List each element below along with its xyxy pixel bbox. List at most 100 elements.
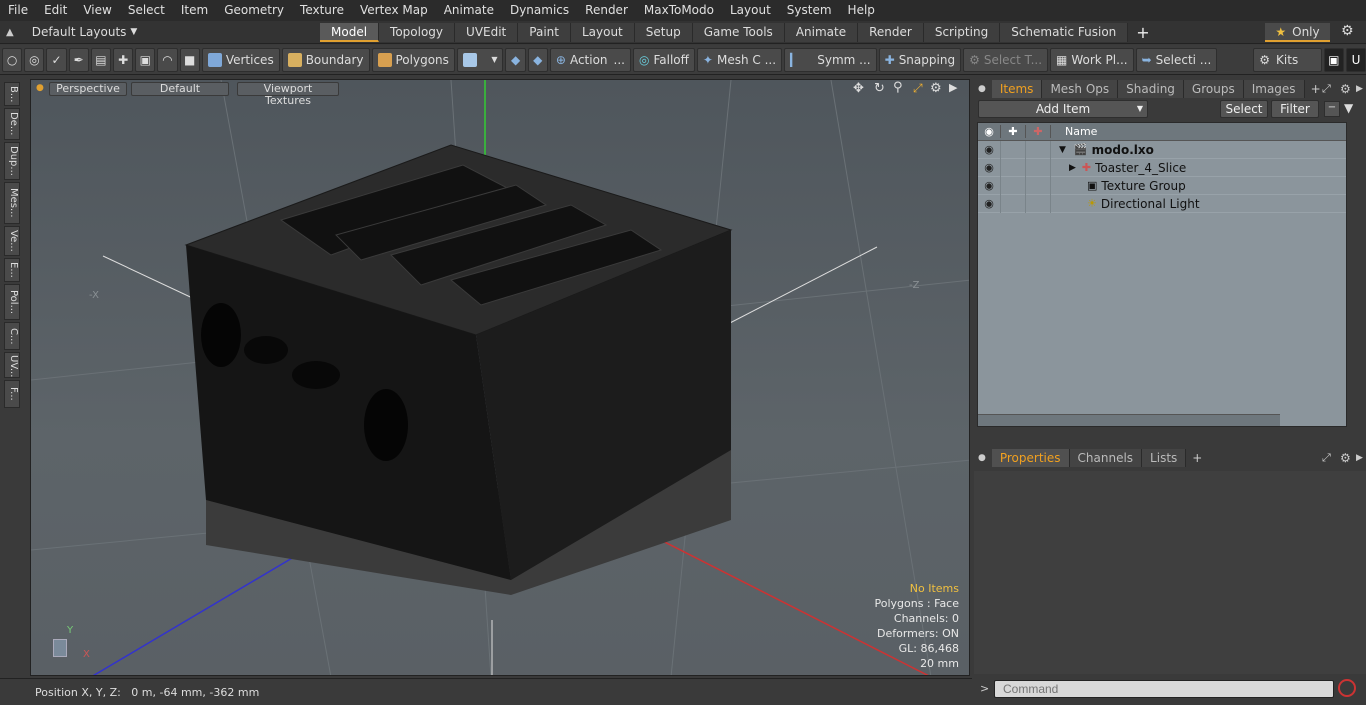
tab-schematic-fusion[interactable]: Schematic Fusion (1000, 22, 1129, 42)
symmetry-shield-icon[interactable]: ◆ (505, 47, 526, 72)
pen-icon[interactable]: ✓ (46, 47, 67, 72)
zoom-icon[interactable]: ⚲ (893, 80, 903, 95)
menu-texture[interactable]: Texture (292, 0, 352, 21)
select-button[interactable]: Select (1220, 100, 1268, 118)
gear-icon[interactable]: ⚙ (1341, 23, 1354, 39)
center-icon[interactable]: ✚ (113, 47, 134, 72)
tree-row-toaster[interactable]: ◉ ▶ ✚ Toaster_4_Slice (978, 158, 1346, 177)
falloff-button[interactable]: ◎ Falloff (633, 47, 695, 72)
eye-icon[interactable]: ◉ (978, 140, 1001, 159)
command-input[interactable] (994, 680, 1334, 698)
menu-help[interactable]: Help (840, 0, 883, 21)
panel-arrow-icon[interactable]: ▶ (1356, 84, 1363, 94)
viewport-settings-icon[interactable]: ⚙ (930, 81, 942, 96)
scale-icon[interactable]: ▣ (135, 47, 156, 72)
tab-setup[interactable]: Setup (634, 22, 693, 42)
tree-row-scene[interactable]: ◉ ▼ 🎬 modo.lxo (978, 140, 1346, 159)
unity-icon[interactable]: ▣ (1323, 47, 1344, 72)
align-icon[interactable]: ▤ (90, 47, 112, 72)
collapse-icon[interactable]: ▲ (6, 27, 14, 38)
viewport-dot-icon[interactable]: ● (36, 83, 44, 93)
mesh-constraint-button[interactable]: ✦ Mesh C ... (696, 47, 783, 72)
orbit-icon[interactable]: ↻ (874, 81, 885, 96)
viewport-textures-button[interactable]: Viewport Textures (237, 82, 339, 107)
left-tab-edge[interactable]: E... (4, 258, 20, 282)
select-circle-icon[interactable]: ○ (2, 47, 23, 72)
menu-geometry[interactable]: Geometry (216, 0, 292, 21)
panel-gear-icon[interactable]: ⚙ (1340, 82, 1351, 96)
props-expand-icon[interactable]: ⤢ (1322, 451, 1331, 465)
props-gear-icon[interactable]: ⚙ (1340, 451, 1351, 465)
globe-icon[interactable]: ◎ (24, 47, 45, 72)
snapping-button[interactable]: ✚ Snapping (878, 47, 962, 72)
tab-lists[interactable]: Lists (1142, 449, 1187, 467)
tab-shading[interactable]: Shading (1118, 80, 1184, 98)
menu-layout[interactable]: Layout (722, 0, 779, 21)
tree-row-texture-group[interactable]: ◉ ▣ Texture Group (978, 176, 1346, 195)
menu-render[interactable]: Render (577, 0, 636, 21)
left-tab-uv[interactable]: UV... (4, 352, 20, 378)
tab-mesh-ops[interactable]: Mesh Ops (1042, 80, 1119, 98)
left-tab-deform[interactable]: De... (4, 108, 20, 140)
expand-arrow-icon[interactable]: ▶ (1069, 163, 1076, 173)
fit-icon[interactable]: ⤢ (913, 81, 923, 96)
tab-groups[interactable]: Groups (1183, 80, 1244, 98)
left-tab-curve[interactable]: C... (4, 322, 20, 350)
perspective-button[interactable]: Perspective (49, 82, 127, 96)
menu-maxtomodo[interactable]: MaxToModo (636, 0, 722, 21)
funnel-icon[interactable]: ▼ (1344, 101, 1353, 115)
brush-icon[interactable]: ✒ (68, 47, 89, 72)
tree-row-directional-light[interactable]: ◉ ☀ Directional Light (978, 194, 1346, 213)
menu-select[interactable]: Select (120, 0, 173, 21)
tab-scripting[interactable]: Scripting (923, 22, 1001, 42)
menu-view[interactable]: View (75, 0, 119, 21)
menu-animate[interactable]: Animate (436, 0, 502, 21)
select-through-button[interactable]: ⚙ Select T... (963, 47, 1049, 72)
tab-render[interactable]: Render (858, 22, 924, 42)
tab-game-tools[interactable]: Game Tools (692, 22, 785, 42)
tab-animate[interactable]: Animate (784, 22, 859, 42)
record-icon[interactable] (1338, 679, 1356, 697)
eye-icon[interactable]: ◉ (978, 158, 1001, 177)
shading-default-button[interactable]: Default (131, 82, 229, 96)
left-tab-basic[interactable]: B... (4, 82, 20, 106)
left-tab-fusion[interactable]: F... (4, 380, 20, 408)
viewport-3d[interactable]: ● Perspective Default Viewport Textures … (30, 79, 970, 676)
eye-icon[interactable]: ◉ (978, 194, 1001, 213)
eye-icon[interactable]: ◉ (978, 176, 1001, 195)
tab-properties[interactable]: Properties (991, 449, 1070, 467)
menu-vertex-map[interactable]: Vertex Map (352, 0, 436, 21)
left-tab-mesh-edit[interactable]: Mes... (4, 182, 20, 224)
kits-button[interactable]: ⚙ Kits (1253, 47, 1322, 72)
symmetry-button[interactable]: ▎ Symm ... (784, 47, 877, 72)
mesh-shield-icon[interactable]: ■ (179, 47, 200, 72)
item-mode-button[interactable]: ▼ (456, 47, 504, 72)
menu-file[interactable]: File (0, 0, 36, 21)
left-tab-duplicate[interactable]: Dup... (4, 142, 20, 180)
pan-icon[interactable]: ✥ (853, 81, 864, 96)
menu-dynamics[interactable]: Dynamics (502, 0, 577, 21)
boundary-button[interactable]: Boundary (281, 47, 370, 72)
tab-channels[interactable]: Channels (1069, 449, 1143, 467)
symmetry-shield-2-icon[interactable]: ◆ (527, 47, 548, 72)
left-tab-polygon[interactable]: Pol... (4, 284, 20, 320)
collapse-all-icon[interactable]: − (1324, 101, 1340, 117)
expand-icon[interactable]: ⤢ (1322, 82, 1331, 96)
unreal-icon[interactable]: U (1345, 47, 1366, 72)
menu-system[interactable]: System (779, 0, 840, 21)
action-center-button[interactable]: ⊕ Action... (549, 47, 631, 72)
menu-item[interactable]: Item (173, 0, 216, 21)
viewport-expand-icon[interactable]: ▶ (949, 81, 957, 94)
tab-topology[interactable]: Topology (379, 22, 456, 42)
props-dot-icon[interactable]: ● (978, 453, 986, 463)
menu-edit[interactable]: Edit (36, 0, 75, 21)
selection-sets-button[interactable]: ➥ Selecti ... (1135, 47, 1218, 72)
tab-layout[interactable]: Layout (570, 22, 635, 42)
polygons-button[interactable]: Polygons (371, 47, 455, 72)
only-toggle[interactable]: ★ Only (1265, 23, 1330, 42)
props-arrow-icon[interactable]: ▶ (1356, 453, 1363, 463)
tab-model[interactable]: Model (320, 22, 380, 42)
vertices-button[interactable]: Vertices (201, 47, 280, 72)
work-plane-button[interactable]: ▦ Work Pl... (1050, 47, 1134, 72)
tab-paint[interactable]: Paint (518, 22, 571, 42)
